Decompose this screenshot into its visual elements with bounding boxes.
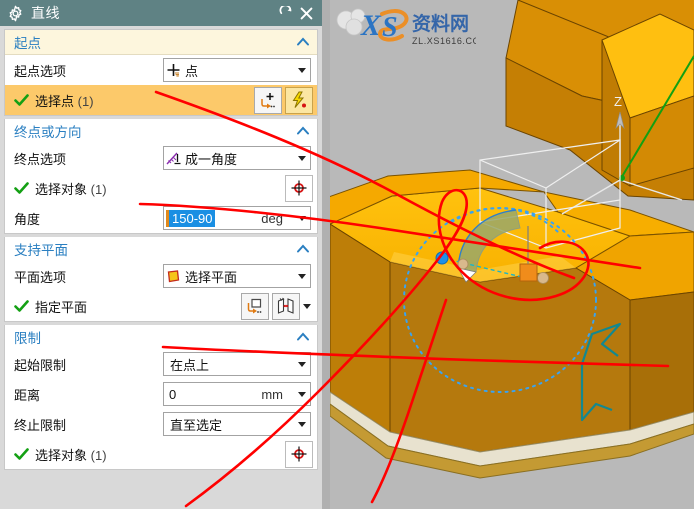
chevron-up-icon[interactable] [295,241,311,257]
3d-model-graphics: Z [330,0,694,509]
label-end-limit: 终止限制 [14,417,67,433]
dialog-body: 起点 起点选项 点 选择点 (1) 终点或方向 终点选项 成一角度 选择对象 (… [0,26,322,509]
3d-viewport[interactable]: Z X S 资料网 ZL.XS1616.C [330,0,694,509]
chevron-down-icon[interactable] [293,155,310,161]
point-constructor-icon[interactable] [254,86,282,114]
label-start-limit: 起始限制 [14,357,67,373]
section-header-support-plane[interactable]: 支持平面 [5,237,317,261]
row-distance: 距离 0 mm [5,379,317,409]
label-end-point-option: 终点选项 [14,151,67,167]
combo-end-point-option[interactable]: 成一角度 [163,146,311,170]
plane-dialog-icon[interactable] [272,292,300,320]
section-title: 起点 [14,36,41,51]
application-window: Z X S 资料网 ZL.XS1616.C 直线 起点 起点选项 点 选择点 (… [0,0,694,509]
row-end-limit: 终止限制 直至选定 [5,409,317,439]
combo-value-end-point-option: 成一角度 [185,151,238,167]
section-title: 终点或方向 [14,125,82,140]
label-select-point: 选择点 (1) [35,91,251,110]
section-support-plane: 支持平面 平面选项 选择平面 指定平面 [4,237,318,322]
green-check-icon [14,447,29,460]
plane-constructor-icon[interactable] [241,292,269,320]
row-select-object-end[interactable]: 选择对象 (1) [5,173,317,203]
crosshair-target-icon[interactable] [285,174,313,202]
plane-icon [164,269,183,284]
row-angle: 角度 150-90 deg [5,203,317,233]
row-plane-option: 平面选项 选择平面 [5,261,317,291]
select-object-limit-count: (1) [90,447,107,463]
select-object-count: (1) [90,181,107,197]
label-specify-plane: 指定平面 [35,297,238,316]
chevron-down-icon[interactable] [293,273,310,279]
section-start-point: 起点 起点选项 点 选择点 (1) [4,29,318,116]
specify-plane-text: 指定平面 [35,299,88,315]
section-header-start-point[interactable]: 起点 [5,30,317,55]
origin-handle[interactable] [435,251,449,265]
axis-label-z: Z [614,94,622,109]
cube-handle[interactable] [519,263,538,282]
chevron-up-icon[interactable] [295,123,311,139]
angle-icon [164,151,183,166]
combo-start-point-option[interactable]: 点 [163,58,311,82]
select-point-text: 选择点 [35,93,75,109]
reset-icon[interactable] [276,2,296,24]
combo-value-end-limit: 直至选定 [170,417,223,433]
chevron-up-icon[interactable] [295,34,311,50]
field-distance[interactable]: 0 mm [163,382,311,406]
green-check-icon [14,299,29,312]
combo-value-plane-option: 选择平面 [185,269,238,285]
section-title: 支持平面 [14,243,68,258]
chevron-down-icon[interactable] [293,361,310,367]
chevron-down-icon[interactable] [293,421,310,427]
snap-point-icon[interactable] [285,86,313,114]
label-plane-option: 平面选项 [14,269,67,285]
chevron-down-icon[interactable] [301,303,313,309]
combo-end-limit[interactable]: 直至选定 [163,412,311,436]
label-start-point-option: 起点选项 [14,63,67,79]
section-end-point: 终点或方向 终点选项 成一角度 选择对象 (1) 角度 150-90 deg [4,119,318,234]
select-object-text: 选择对象 [35,181,88,197]
field-angle[interactable]: 150-90 deg [163,206,311,230]
chevron-up-icon[interactable] [295,329,311,345]
row-select-point[interactable]: 选择点 (1) [5,85,317,115]
select-object-limit-text: 选择对象 [35,447,88,463]
row-end-point-option: 终点选项 成一角度 [5,143,317,173]
close-icon[interactable] [296,2,316,24]
label-select-object-limit: 选择对象 (1) [35,445,282,464]
row-start-limit: 起始限制 在点上 [5,349,317,379]
combo-start-limit[interactable]: 在点上 [163,352,311,376]
dialog-titlebar: 直线 [0,0,322,26]
point-plus-icon [164,63,183,78]
label-distance: 距离 [14,387,41,403]
row-start-point-option: 起点选项 点 [5,55,317,85]
distance-unit: mm [261,386,283,402]
line-dialog: 直线 起点 起点选项 点 选择点 (1) 终点或方向 终点选项 成一角度 选择对… [0,0,322,509]
row-select-object-limit[interactable]: 选择对象 (1) [5,439,317,469]
combo-value-start-point-option: 点 [185,63,199,79]
distance-value[interactable]: 0 [164,387,176,402]
section-limits: 限制 起始限制 在点上 距离 0 mm 终止限制 直至选定 选择对象 (1) [4,325,318,470]
chevron-down-icon[interactable] [293,391,310,397]
row-specify-plane[interactable]: 指定平面 [5,291,317,321]
dialog-title: 直线 [31,5,60,21]
combo-value-start-limit: 在点上 [170,357,210,373]
green-check-icon [14,181,29,194]
green-check-icon [14,93,29,106]
combo-plane-option[interactable]: 选择平面 [163,264,311,288]
crosshair-target-icon[interactable] [285,440,313,468]
label-select-object-end: 选择对象 (1) [35,179,282,198]
select-point-count: (1) [77,93,94,109]
section-header-limits[interactable]: 限制 [5,325,317,349]
chevron-down-icon[interactable] [293,215,310,221]
section-header-end-point[interactable]: 终点或方向 [5,119,317,143]
angle-unit: deg [261,210,283,226]
chevron-down-icon[interactable] [293,67,310,73]
label-angle: 角度 [14,211,41,227]
gear-icon [9,5,22,21]
section-title: 限制 [14,331,41,346]
angle-value[interactable]: 150-90 [166,209,216,227]
